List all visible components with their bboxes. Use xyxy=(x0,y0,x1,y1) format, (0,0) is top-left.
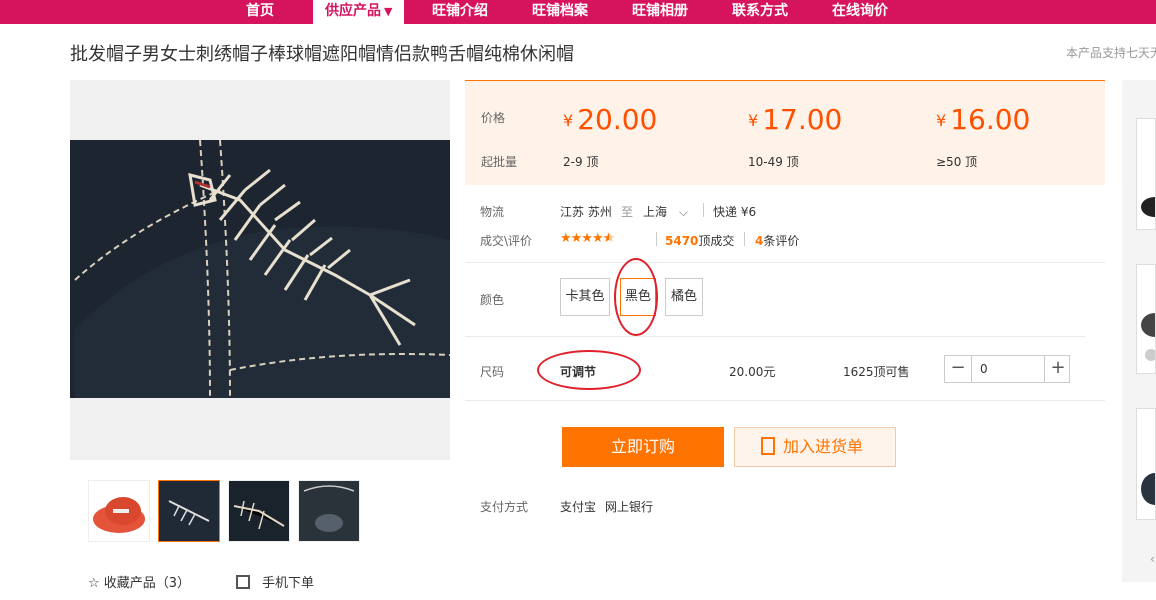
quantity-input[interactable] xyxy=(971,356,1045,382)
decrement-button[interactable]: − xyxy=(945,356,971,382)
cap-back-image xyxy=(299,481,359,541)
divider xyxy=(744,232,745,246)
fish-closeup-image xyxy=(229,481,289,541)
thumbnail-cap-back[interactable] xyxy=(298,480,360,542)
main-product-image[interactable] xyxy=(70,80,450,460)
price-value: 20.00 xyxy=(577,103,658,136)
nav-item-home[interactable]: 首页 xyxy=(246,0,274,24)
color-option-khaki[interactable]: 卡其色 xyxy=(560,278,610,316)
mobile-order-button[interactable]: 手机下单 xyxy=(236,572,314,591)
product-title: 批发帽子男女士刺绣帽子棒球帽遮阳帽情侣款鸭舌帽纯棉休闲帽 xyxy=(70,44,574,65)
black-cap-image xyxy=(159,481,219,541)
return-policy-notice[interactable]: 本产品支持七天无 xyxy=(1066,44,1156,61)
divider xyxy=(656,232,657,246)
price-box: 价格 起批量 ¥20.00 2-9 顶 ¥17.00 10-49 顶 ¥16.0… xyxy=(465,80,1105,185)
caret-down-icon: ▼ xyxy=(384,5,393,18)
section-divider xyxy=(465,262,1105,263)
color-option-orange[interactable]: 橘色 xyxy=(665,278,703,316)
recommended-item-2[interactable] xyxy=(1136,264,1156,374)
payment-label: 支付方式 xyxy=(480,500,529,514)
add-to-cart-label: 加入进货单 xyxy=(783,437,864,456)
section-divider xyxy=(465,336,1085,337)
deals-label: 成交\评价 xyxy=(480,234,533,248)
payment-method-bank: 网上银行 xyxy=(605,500,654,514)
divider xyxy=(703,203,704,217)
favorite-button[interactable]: ☆ 收藏产品（3） xyxy=(88,572,190,591)
destination-select[interactable]: 上海 ⌵ xyxy=(643,203,688,220)
payment-method-alipay: 支付宝 xyxy=(560,500,597,514)
stock-available: 1625顶可售 xyxy=(843,365,910,379)
nav-item-shop-intro[interactable]: 旺铺介绍 xyxy=(432,0,488,24)
price-tier-3: ¥16.00 xyxy=(936,103,1030,136)
price-value: 17.00 xyxy=(762,103,843,136)
mobile-order-label: 手机下单 xyxy=(262,576,315,591)
recommended-item-image xyxy=(1141,197,1155,217)
sold-count-value: 5470 xyxy=(665,234,699,248)
unit-price: 20.00元 xyxy=(729,365,776,379)
top-nav: 首页 供应产品 ▼ 旺铺介绍 旺铺档案 旺铺相册 联系方式 在线询价 xyxy=(0,0,1156,24)
color-label: 颜色 xyxy=(480,293,505,307)
star-outline-icon: ☆ xyxy=(88,576,104,591)
favorite-label: 收藏产品（3） xyxy=(103,576,191,591)
range-tier-2: 10-49 顶 xyxy=(748,155,799,169)
annotation-ellipse xyxy=(537,350,641,390)
size-label: 尺码 xyxy=(480,365,505,379)
nav-item-label: 首页 xyxy=(246,3,274,19)
price-value: 16.00 xyxy=(950,103,1031,136)
thumbnail-black-cap[interactable] xyxy=(158,480,220,542)
section-divider xyxy=(465,400,1105,401)
moq-label: 起批量 xyxy=(481,155,518,169)
annotation-circle xyxy=(614,258,658,336)
nav-item-shop-album[interactable]: 旺铺相册 xyxy=(632,0,688,24)
shipping-cost: 快递 ¥6 xyxy=(713,205,757,219)
nav-item-label: 旺铺相册 xyxy=(632,3,688,19)
nav-item-label: 旺铺介绍 xyxy=(432,3,488,19)
currency-symbol: ¥ xyxy=(563,111,574,130)
sold-count-suffix: 顶成交 xyxy=(698,234,735,248)
nav-item-label: 在线询价 xyxy=(832,3,888,19)
chevron-left-icon[interactable]: ‹ xyxy=(1150,552,1155,566)
thumbnail-fish-closeup[interactable] xyxy=(228,480,290,542)
nav-item-shop-profile[interactable]: 旺铺档案 xyxy=(532,0,588,24)
cap-photo xyxy=(70,139,450,399)
buy-now-button[interactable]: 立即订购 xyxy=(562,427,724,467)
nav-item-inquiry[interactable]: 在线询价 xyxy=(832,0,888,24)
nav-item-label: 旺铺档案 xyxy=(532,3,588,19)
recommended-item-image xyxy=(1141,473,1155,505)
currency-symbol: ¥ xyxy=(748,111,759,130)
rating-stars: ★★★★★★ xyxy=(560,231,615,246)
price-label: 价格 xyxy=(481,111,506,125)
red-cap-image xyxy=(93,497,145,533)
increment-button[interactable]: + xyxy=(1045,356,1071,382)
logistics-label: 物流 xyxy=(480,205,505,219)
chevron-down-icon: ⌵ xyxy=(679,205,689,219)
qr-code-icon xyxy=(236,575,250,589)
recommended-item-3[interactable] xyxy=(1136,408,1156,520)
origin-location: 江苏 苏州 xyxy=(560,205,612,219)
price-tier-2: ¥17.00 xyxy=(748,103,842,136)
nav-item-contact[interactable]: 联系方式 xyxy=(732,0,788,24)
review-count-suffix: 条评价 xyxy=(763,234,800,248)
review-count[interactable]: 4条评价 xyxy=(755,232,799,249)
price-tier-1: ¥20.00 xyxy=(563,103,657,136)
range-tier-3: ≥50 顶 xyxy=(936,155,978,169)
nav-item-label: 联系方式 xyxy=(732,3,788,19)
clipboard-icon xyxy=(761,437,775,455)
sold-count[interactable]: 5470顶成交 xyxy=(665,232,734,249)
nav-item-products[interactable]: 供应产品 ▼ xyxy=(313,0,405,24)
recommended-item-image xyxy=(1141,313,1155,361)
destination-value: 上海 xyxy=(643,205,668,219)
add-to-cart-button[interactable]: 加入进货单 xyxy=(734,427,896,467)
currency-symbol: ¥ xyxy=(936,111,947,130)
half-star-empty-icon: ★ xyxy=(608,231,615,246)
recommended-item-1[interactable] xyxy=(1136,118,1156,230)
quantity-stepper: − + xyxy=(944,355,1070,383)
nav-item-label: 供应产品 xyxy=(325,3,381,19)
thumbnail-red-cap[interactable] xyxy=(88,480,150,542)
range-tier-1: 2-9 顶 xyxy=(563,155,599,169)
to-word: 至 xyxy=(621,205,634,219)
